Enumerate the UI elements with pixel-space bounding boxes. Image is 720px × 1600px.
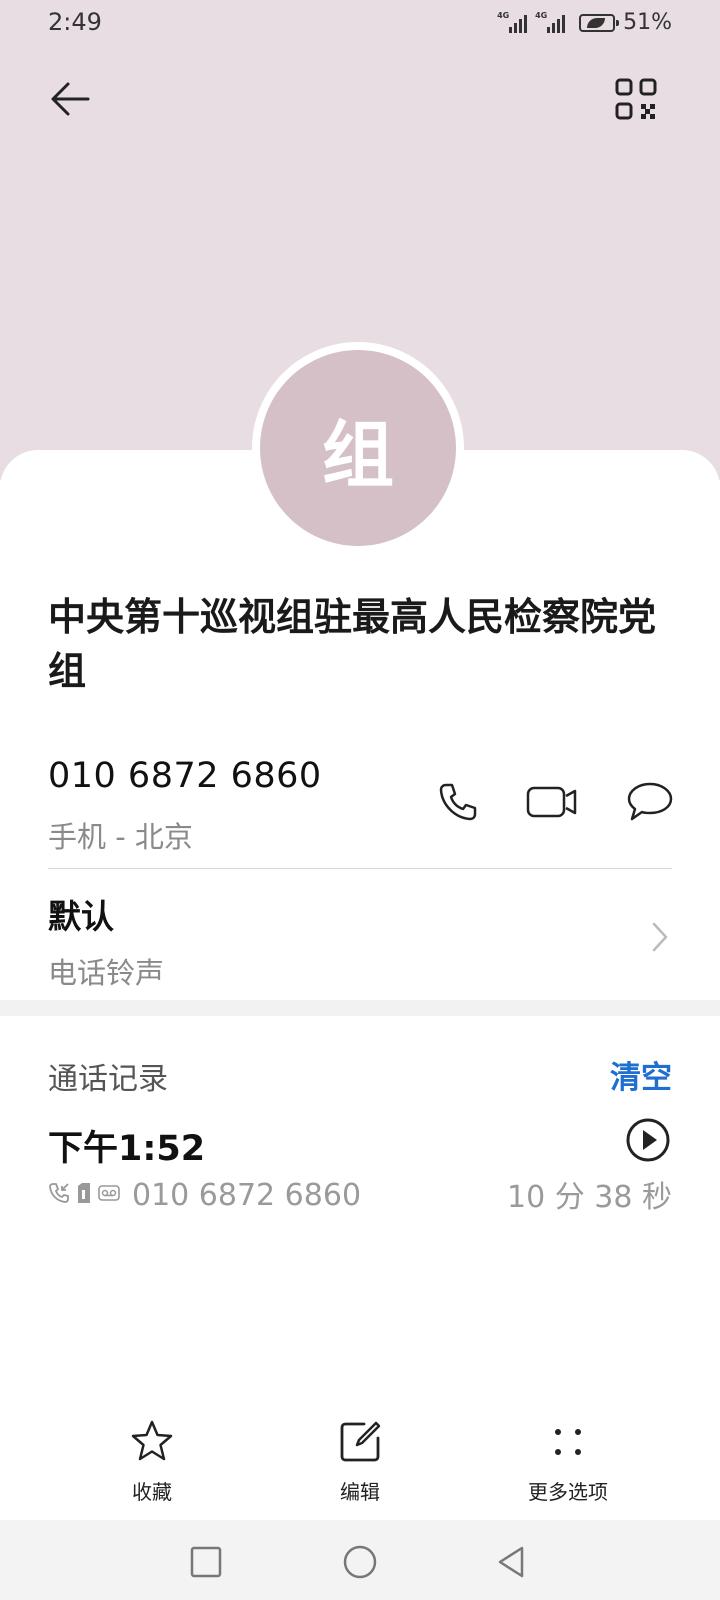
signal-icon: 4G bbox=[497, 10, 528, 33]
phone-type: 手机 - 北京 bbox=[48, 820, 193, 854]
ringtone-row[interactable]: 默认 电话铃声 bbox=[0, 870, 720, 1000]
signal-icon: 4G bbox=[535, 10, 566, 33]
more-options-button[interactable]: 更多选项 bbox=[498, 1418, 638, 1518]
recent-apps-icon[interactable] bbox=[186, 1542, 226, 1582]
call-type-icons bbox=[48, 1182, 120, 1204]
status-bar: 2:49 4G 4G 51% bbox=[0, 0, 720, 48]
clear-button[interactable]: 清空 bbox=[610, 1052, 672, 1097]
edit-button[interactable]: 编辑 bbox=[290, 1418, 430, 1518]
back-button[interactable] bbox=[44, 74, 100, 126]
qr-code-button[interactable] bbox=[608, 74, 664, 126]
battery-percent: 51% bbox=[623, 10, 672, 35]
message-button[interactable] bbox=[622, 776, 678, 828]
call-time: 下午1:52 bbox=[48, 1129, 206, 1169]
back-nav-icon[interactable] bbox=[492, 1542, 532, 1582]
call-button[interactable] bbox=[430, 776, 486, 828]
section-gap bbox=[0, 1000, 720, 1016]
call-log-title: 通话记录 bbox=[48, 1062, 168, 1097]
call-log-entry[interactable]: 下午1:52 010 6872 6860 10 分 38 秒 bbox=[0, 1110, 720, 1220]
phone-icon bbox=[439, 783, 477, 821]
avatar-ring: 组 bbox=[252, 342, 464, 554]
divider bbox=[48, 868, 672, 869]
bottom-action-bar: 收藏 编辑 更多选项 bbox=[0, 1418, 720, 1518]
status-indicators: 4G 4G 51% bbox=[497, 10, 672, 35]
home-icon[interactable] bbox=[340, 1542, 380, 1582]
network-type: 4G bbox=[535, 10, 548, 20]
more-options-label: 更多选项 bbox=[528, 1480, 608, 1504]
battery-icon bbox=[579, 13, 620, 32]
system-nav-bar bbox=[0, 1520, 720, 1600]
chevron-right-icon bbox=[652, 922, 668, 952]
qr-code-icon bbox=[615, 78, 657, 120]
video-call-button[interactable] bbox=[524, 776, 580, 828]
play-icon bbox=[626, 1118, 670, 1162]
ringtone-value: 默认 bbox=[48, 897, 114, 936]
play-recording-button[interactable] bbox=[624, 1116, 672, 1164]
message-icon bbox=[627, 782, 673, 821]
edit-icon bbox=[340, 1421, 381, 1462]
phone-number[interactable]: 010 6872 6860 bbox=[48, 756, 322, 796]
avatar: 组 bbox=[260, 350, 456, 546]
ringtone-label: 电话铃声 bbox=[48, 956, 165, 990]
incoming-call-icon bbox=[49, 1183, 69, 1203]
sim-card-icon bbox=[78, 1183, 90, 1203]
arrow-left-icon bbox=[51, 82, 90, 116]
status-time: 2:49 bbox=[48, 8, 102, 36]
call-number: 010 6872 6860 bbox=[132, 1178, 362, 1213]
more-dots-icon bbox=[555, 1429, 581, 1455]
star-icon bbox=[131, 1420, 173, 1461]
call-duration: 10 分 38 秒 bbox=[507, 1180, 672, 1215]
favorite-label: 收藏 bbox=[132, 1480, 172, 1504]
contact-name: 中央第十巡视组驻最高人民检察院党组 bbox=[48, 595, 657, 693]
favorite-button[interactable]: 收藏 bbox=[82, 1418, 222, 1518]
video-call-icon bbox=[526, 786, 577, 818]
voicemail-icon bbox=[98, 1185, 120, 1201]
network-type: 4G bbox=[497, 10, 510, 20]
edit-label: 编辑 bbox=[340, 1480, 380, 1504]
